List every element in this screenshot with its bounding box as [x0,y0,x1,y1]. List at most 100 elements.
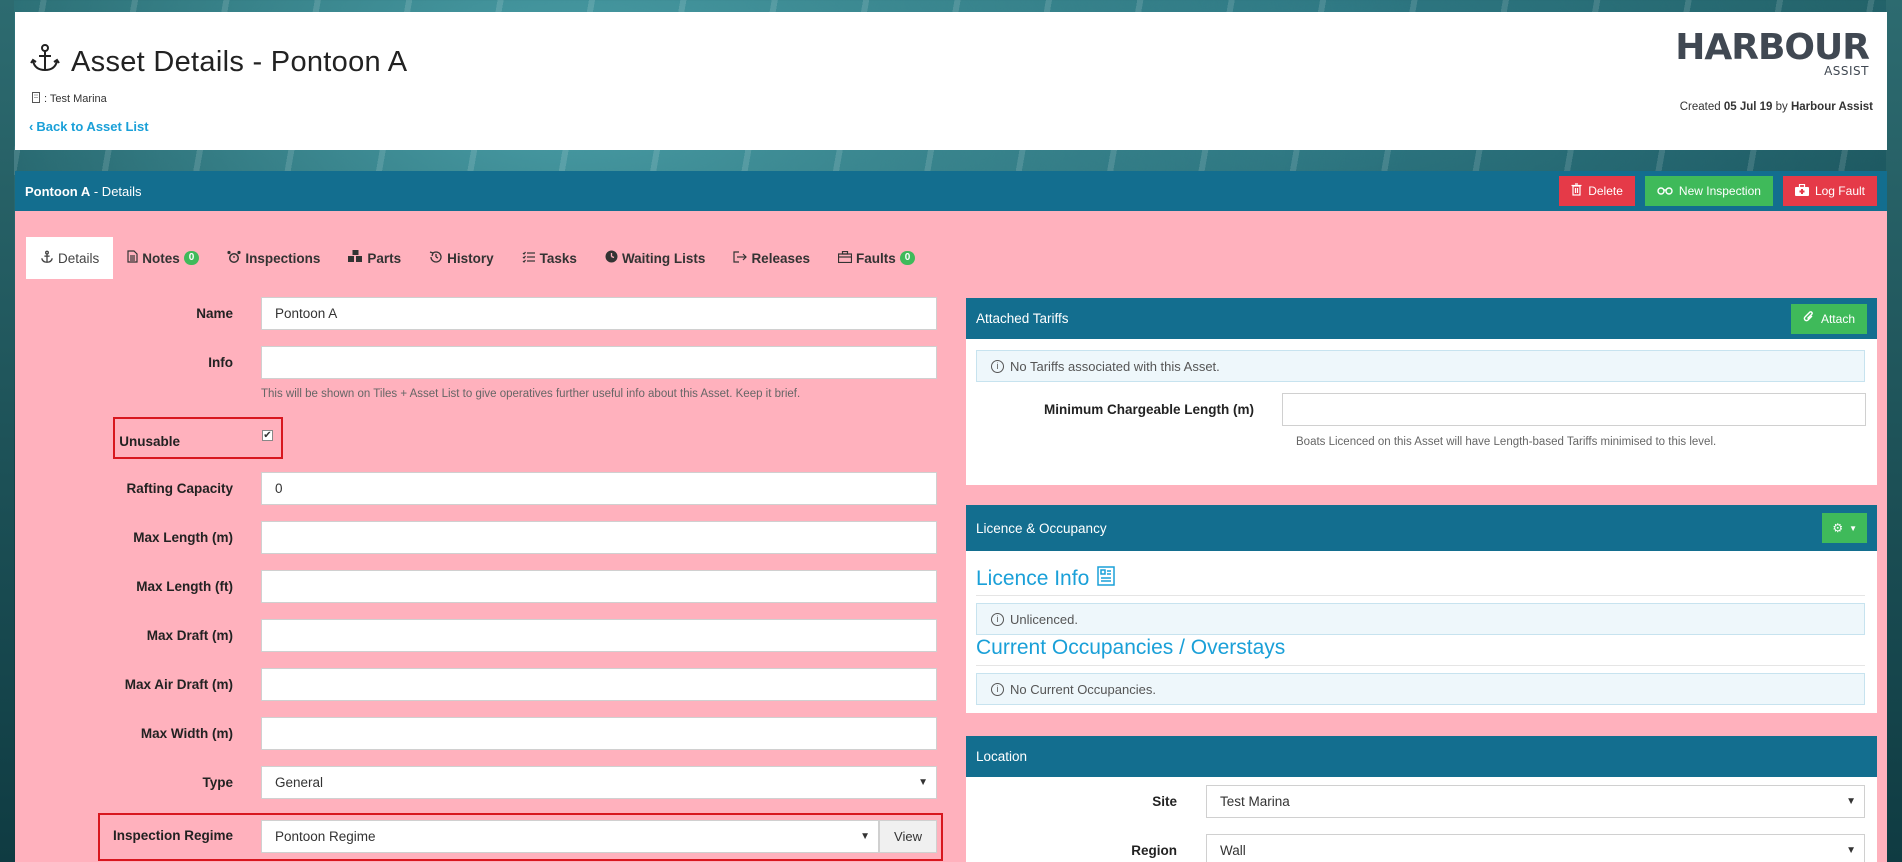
location-card: Location Site Test Marina ▼ Region Wall … [966,736,1877,862]
logo-main-text: HARBOUR [1675,27,1870,68]
tariffs-title: Attached Tariffs [976,311,1069,326]
licence-card-header: Licence & Occupancy ⚙ ▼ [966,505,1877,551]
asset-header: Asset Details - Pontoon A : Test Marina … [15,12,1887,150]
document-icon [127,250,138,266]
panel-header: Pontoon A - Details Delete New Inspectio… [15,171,1887,211]
notes-count-badge: 0 [183,251,200,265]
tab-history-label: History [447,250,494,266]
max-width-label: Max Width (m) [140,726,233,741]
created-by-prefix: by [1775,101,1788,113]
sign-out-icon [733,250,748,266]
task-list-icon [522,251,536,266]
new-inspection-button[interactable]: New Inspection [1644,176,1773,206]
site-label: Site [1152,794,1177,809]
no-tariffs-alert: i No Tariffs associated with this Asset. [976,350,1865,382]
medkit-icon [837,250,853,266]
max-length-ft-label: Max Length (ft) [136,579,233,594]
info-icon: i [991,682,1004,696]
tab-faults[interactable]: Faults 0 [824,237,929,279]
tab-inspections[interactable]: Inspections [213,237,334,279]
inspection-regime-selected-value: Pontoon Regime [275,829,376,844]
tab-releases-label: Releases [751,250,810,266]
tab-inspections-label: Inspections [245,250,321,266]
tab-history[interactable]: History [415,237,508,279]
attach-label: Attach [1820,311,1855,326]
type-label: Type [202,775,233,790]
max-draft-input[interactable] [261,619,937,652]
id-card-icon [1097,566,1115,592]
faults-count-badge: 0 [899,251,916,265]
licence-title: Licence & Occupancy [976,520,1107,536]
rafting-capacity-label: Rafting Capacity [126,481,233,496]
tab-notes[interactable]: Notes 0 [113,237,213,279]
asset-details-panel: Pontoon A - Details Delete New Inspectio… [15,171,1887,862]
medkit-icon [1794,183,1809,199]
no-occupancies-text: No Current Occupancies. [1010,681,1156,697]
alarm-clock-icon [227,250,241,267]
max-length-m-input[interactable] [261,521,937,554]
panel-asset-name: Pontoon A [25,183,91,199]
max-draft-label: Max Draft (m) [146,628,233,643]
tab-details[interactable]: Details [26,237,114,279]
tab-tasks-label: Tasks [539,250,577,266]
caret-down-icon: ▼ [918,777,928,788]
info-input[interactable] [261,346,937,379]
harbour-assist-logo: HARBOUR ASSIST [1675,27,1870,78]
tab-waiting-lists-label: Waiting Lists [621,250,706,266]
max-width-input[interactable] [261,717,937,750]
no-occupancies-alert: i No Current Occupancies. [976,673,1865,705]
created-prefix: Created [1679,101,1721,113]
page-title: Asset Details - Pontoon A [29,42,407,82]
name-label: Name [196,306,233,321]
name-input[interactable]: Pontoon A [261,297,937,330]
site-selected-value: Test Marina [1220,794,1290,809]
building-icon [31,92,41,106]
anchor-icon [29,42,61,82]
min-length-help-text: Boats Licenced on this Asset will have L… [1296,436,1717,448]
region-label: Region [1131,843,1177,858]
caret-down-icon: ▼ [1849,523,1857,533]
paperclip-icon [1803,310,1815,327]
max-air-draft-input[interactable] [261,668,937,701]
tab-tasks[interactable]: Tasks [508,237,591,279]
max-length-ft-input[interactable] [261,570,937,603]
clock-icon [605,250,618,266]
occupancies-title-text: Current Occupancies / Overstays [976,636,1286,659]
back-to-asset-list-link[interactable]: ‹ Back to Asset List [29,119,149,134]
tab-parts-label: Parts [367,250,402,266]
attach-tariff-button[interactable]: Attach [1790,303,1867,334]
site-select[interactable]: Test Marina ▼ [1206,785,1865,818]
created-by: Harbour Assist [1790,101,1873,113]
marina-label: : Test Marina [31,92,107,106]
log-fault-button[interactable]: Log Fault [1782,176,1877,206]
occupancies-heading: Current Occupancies / Overstays [976,636,1285,660]
tab-faults-label: Faults [856,250,896,266]
unusable-checkbox[interactable]: ✔ [262,430,273,441]
tab-waiting-lists[interactable]: Waiting Lists [591,237,720,279]
gear-icon: ⚙ [1832,521,1844,535]
location-title: Location [976,749,1028,764]
chevron-left-icon: ‹ [29,119,34,134]
info-icon: i [991,612,1004,626]
rafting-capacity-input[interactable]: 0 [261,472,937,505]
region-select[interactable]: Wall ▼ [1206,834,1865,862]
licence-settings-button[interactable]: ⚙ ▼ [1822,513,1867,543]
info-label: Info [208,355,233,370]
attached-tariffs-card: Attached Tariffs Attach i No Tariffs ass… [966,298,1877,485]
tab-notes-label: Notes [142,250,180,266]
info-help-text: This will be shown on Tiles + Asset List… [261,388,801,400]
no-tariffs-text: No Tariffs associated with this Asset. [1010,358,1220,374]
delete-button[interactable]: Delete [1559,176,1635,206]
type-select[interactable]: General ▼ [261,766,937,799]
location-card-header: Location [966,736,1877,777]
licence-divider [976,595,1865,596]
view-regime-button[interactable]: View [879,820,937,853]
inspection-regime-select[interactable]: Pontoon Regime ▼ [261,820,879,853]
tab-releases[interactable]: Releases [719,237,824,279]
anchor-icon [40,250,54,267]
tab-parts[interactable]: Parts [334,237,415,279]
min-length-input[interactable] [1282,393,1866,426]
panel-actions: Delete New Inspection Log Fault [1559,176,1877,206]
trash-icon [1571,183,1582,199]
caret-down-icon: ▼ [1846,796,1856,807]
